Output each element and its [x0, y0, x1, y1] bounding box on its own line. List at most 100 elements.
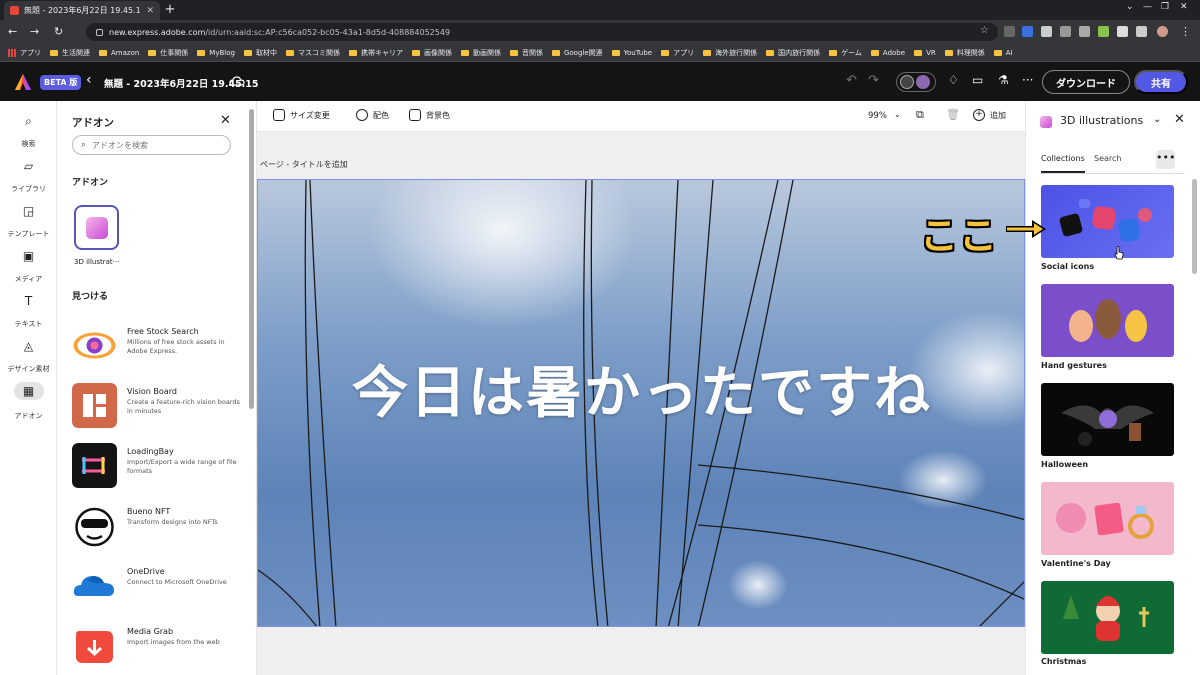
bookmark-item[interactable]: Adobe — [870, 49, 905, 57]
bookmark-item[interactable]: 音関係 — [509, 48, 543, 58]
forward-icon[interactable]: → — [30, 25, 39, 38]
rail-item-library[interactable]: ▱ ライブラリ — [0, 159, 57, 195]
bookmark-item[interactable]: 画像関係 — [411, 48, 452, 58]
back-chevron-icon[interactable]: ‹ — [86, 72, 92, 88]
rail-item-media[interactable]: ▣ メディア — [0, 249, 57, 285]
flask-icon[interactable]: ⚗ — [998, 73, 1009, 87]
rail-item-search[interactable]: ⌕ 検索 — [0, 114, 57, 150]
bookmark-item[interactable]: 動画関係 — [460, 48, 501, 58]
extensions-puzzle-icon[interactable] — [1117, 26, 1128, 37]
bookmark-item[interactable]: マスコミ関係 — [285, 48, 340, 58]
bookmark-item[interactable]: 携帯キャリア — [348, 48, 403, 58]
undo-icon[interactable]: ↶ — [846, 73, 857, 88]
headline-text[interactable]: 今日は暑かったですね — [258, 348, 1024, 429]
redo-icon[interactable]: ↷ — [868, 73, 879, 88]
comment-icon[interactable]: ▭ — [972, 73, 983, 87]
add-button[interactable]: + 追加 — [973, 109, 1006, 121]
addon-free-stock-search[interactable]: Free Stock Search Millions of free stock… — [72, 323, 252, 373]
addon-bueno-nft[interactable]: Bueno NFT Transform designs into NFTs — [72, 503, 252, 553]
adobe-express-logo-icon[interactable] — [14, 73, 32, 91]
rail-item-addons[interactable]: ▦ アドオン — [0, 382, 57, 422]
folder-icon — [551, 49, 560, 56]
scrollbar[interactable] — [249, 109, 254, 409]
extension-grid-icon[interactable] — [1079, 26, 1090, 37]
bookmark-apps[interactable]: アプリ — [8, 48, 41, 58]
share-button[interactable]: 共有 — [1134, 70, 1188, 94]
rail-label: メディア — [14, 275, 43, 283]
profile-avatar[interactable] — [1157, 26, 1168, 37]
folder-icon — [99, 49, 107, 56]
more-options-button[interactable]: ••• — [1156, 150, 1175, 169]
lightbulb-icon[interactable]: ♢ — [948, 73, 959, 87]
trash-icon[interactable]: 🗑 — [946, 108, 960, 121]
more-icon[interactable]: ··· — [1022, 73, 1033, 87]
extension-s-icon[interactable] — [1004, 26, 1015, 37]
bookmark-item[interactable]: 料理関係 — [944, 48, 985, 58]
bookmark-item[interactable]: 国内旅行関係 — [766, 48, 820, 58]
addon-vision-board[interactable]: Vision Board Create a feature-rich visio… — [72, 383, 252, 433]
addon-onedrive[interactable]: OneDrive Connect to Microsoft OneDrive — [72, 563, 252, 613]
palette-button[interactable]: 配色 — [356, 109, 389, 121]
side-panel-icon[interactable] — [1136, 26, 1147, 37]
extension-r-icon[interactable] — [1060, 26, 1071, 37]
design-page[interactable]: 今日は暑かったですね — [257, 179, 1025, 627]
installed-addon-3d-illustrations[interactable] — [74, 205, 119, 250]
minimize-icon[interactable]: — — [1143, 2, 1152, 12]
bookmark-item[interactable]: 海外旅行関係 — [703, 48, 757, 58]
address-bar[interactable]: new.express.adobe.com/id/urn:aaid:sc:AP:… — [86, 23, 998, 41]
app-header: BETA 版 ‹ 無題 - 2023年6月22日 19.45.15 ↶ ↷ ♢ … — [0, 63, 1200, 101]
collection-card-social-icons[interactable] — [1041, 185, 1174, 258]
bookmark-item[interactable]: アプリ — [661, 48, 694, 58]
addon-media-grab[interactable]: Media Grab Import images from the web — [72, 623, 252, 673]
extension-green-icon[interactable] — [1098, 26, 1109, 37]
bookmark-item[interactable]: MyBlog — [197, 49, 235, 57]
tab-search[interactable]: Search — [1094, 154, 1121, 163]
rail-item-templates[interactable]: ◲ テンプレート — [0, 204, 57, 240]
background-color-button[interactable]: 背景色 — [409, 109, 450, 121]
chevron-down-icon[interactable]: ⌄ — [1126, 2, 1134, 12]
bookmark-item[interactable]: 取材中 — [243, 48, 277, 58]
chevron-down-icon[interactable]: ⌄ — [894, 110, 901, 119]
extension-blue-icon[interactable] — [1022, 26, 1033, 37]
bookmark-star-icon[interactable]: ☆ — [980, 25, 989, 36]
lock-icon — [96, 28, 103, 36]
canvas-area: サイズ変更 配色 背景色 99% ⌄ ⧉ 🗑 + 追加 ページ - タイトルを追… — [257, 101, 1025, 675]
page-title[interactable]: ページ - タイトルを追加 — [260, 159, 348, 170]
download-button[interactable]: ダウンロード — [1042, 70, 1130, 94]
tab-close-icon[interactable]: ✕ — [146, 6, 154, 16]
bookmark-item[interactable]: Google関連 — [551, 48, 603, 58]
scrollbar[interactable] — [1192, 179, 1197, 274]
browser-menu-icon[interactable]: ⋮ — [1180, 25, 1191, 38]
addon-loadingbay[interactable]: LoadingBay Import/Export a wide range of… — [72, 443, 252, 493]
extension-f-icon[interactable] — [1041, 26, 1052, 37]
bookmark-item[interactable]: YouTube — [611, 49, 652, 57]
collection-card-valentines-day[interactable] — [1041, 482, 1174, 555]
pages-icon[interactable]: ⧉ — [916, 108, 924, 122]
search-input[interactable] — [92, 140, 213, 150]
resize-button[interactable]: サイズ変更 — [273, 109, 330, 121]
back-icon[interactable]: ← — [8, 25, 17, 38]
close-icon[interactable]: ✕ — [220, 113, 231, 128]
collection-card-christmas[interactable] — [1041, 581, 1174, 654]
zoom-level[interactable]: 99% — [868, 111, 887, 121]
bookmark-item[interactable]: AI — [993, 49, 1013, 57]
collection-card-hand-gestures[interactable] — [1041, 284, 1174, 357]
bookmark-item[interactable]: ゲーム — [829, 48, 862, 58]
addon-search[interactable]: ⌕ — [72, 135, 231, 155]
restore-icon[interactable]: ❐ — [1161, 2, 1169, 12]
new-tab-icon[interactable]: + — [163, 2, 177, 17]
bookmark-item[interactable]: Amazon — [99, 49, 139, 57]
reload-icon[interactable]: ↻ — [54, 25, 63, 38]
browser-tab[interactable]: 無題 - 2023年6月22日 19.45.15 ✕ — [4, 1, 160, 20]
collection-card-halloween[interactable] — [1041, 383, 1174, 456]
chevron-down-icon[interactable]: ⌄ — [1153, 114, 1161, 125]
bookmark-item[interactable]: 仕事関係 — [148, 48, 188, 58]
rail-item-design-assets[interactable]: ◬ デザイン素材 — [0, 339, 57, 375]
tab-collections[interactable]: Collections — [1041, 154, 1085, 173]
bookmark-item[interactable]: 生活関連 — [50, 48, 90, 58]
collaborators[interactable] — [896, 72, 936, 92]
rail-item-text[interactable]: T テキスト — [0, 294, 57, 330]
window-close-icon[interactable]: ✕ — [1180, 2, 1188, 12]
bookmark-item[interactable]: VR — [914, 49, 936, 57]
close-icon[interactable]: ✕ — [1174, 112, 1185, 127]
